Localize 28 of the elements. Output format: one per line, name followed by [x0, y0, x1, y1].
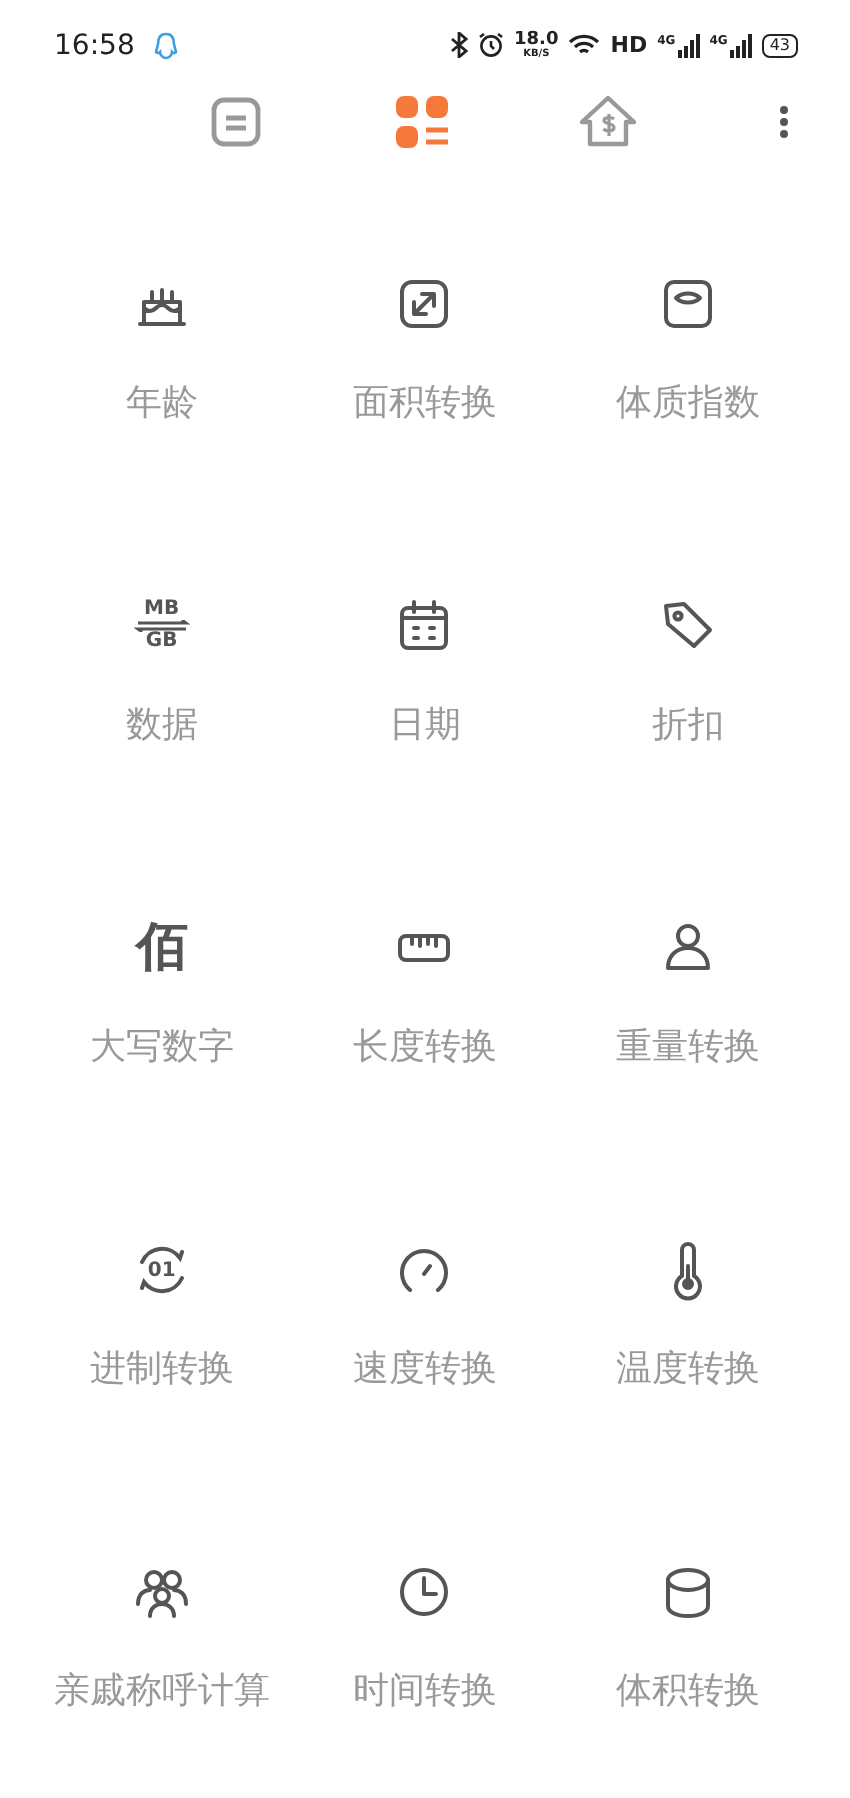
tool-label[interactable]: 时间转换 [352, 1670, 497, 1714]
penguin-icon [154, 31, 179, 59]
alarm-icon [478, 32, 505, 58]
glyph-icon: 佰 [135, 916, 188, 980]
more-icon[interactable] [778, 104, 790, 140]
tool-label[interactable]: 面积转换 [352, 382, 497, 426]
signal-icon [729, 33, 752, 57]
grid-icon [390, 90, 454, 154]
tool-label[interactable]: 亲戚称呼计算 [53, 1670, 270, 1714]
tool-label[interactable]: 温度转换 [616, 1348, 761, 1392]
tool-label[interactable]: 日期 [388, 704, 461, 748]
signal-icon [677, 33, 700, 57]
hd-label: HD [610, 32, 648, 58]
clock-time: 16:58 [54, 29, 135, 61]
wifi-icon [568, 33, 601, 57]
tool-label[interactable]: 数据 [125, 704, 198, 748]
tool-label[interactable]: 体积转换 [616, 1670, 761, 1714]
tool-label[interactable]: 年龄 [125, 382, 198, 426]
tool-label[interactable]: 速度转换 [352, 1348, 497, 1392]
tool-label[interactable]: 进制转换 [89, 1348, 234, 1392]
tool-label[interactable]: 重量转换 [616, 1026, 761, 1070]
tool-label[interactable]: 体质指数 [616, 382, 761, 426]
tool-label[interactable]: 大写数字 [89, 1026, 234, 1070]
battery-level: 43 [761, 33, 798, 57]
bluetooth-icon [450, 32, 469, 58]
speed-value: 18.0 [514, 31, 559, 49]
tool-label[interactable]: 长度转换 [352, 1026, 497, 1070]
tool-label[interactable]: 折扣 [652, 704, 725, 748]
